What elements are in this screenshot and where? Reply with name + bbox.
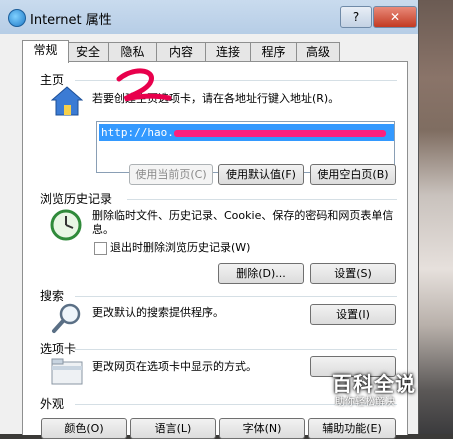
use-current-page-button[interactable]: 使用当前页(C) (129, 164, 213, 185)
home-icon (51, 86, 83, 116)
tabs-section-title: 选项卡 (40, 342, 77, 356)
window-title: Internet 属性 (30, 13, 112, 28)
internet-globe-icon (8, 9, 26, 27)
tab-content[interactable]: 内容 (156, 42, 206, 62)
close-button[interactable]: ✕ (373, 6, 417, 28)
tab-advanced[interactable]: 高级 (296, 42, 340, 62)
delete-on-exit-checkbox[interactable] (94, 242, 107, 255)
desktop-background (418, 0, 453, 434)
tab-connections[interactable]: 连接 (205, 42, 251, 62)
history-settings-button[interactable]: 设置(S) (310, 263, 396, 284)
search-settings-button[interactable]: 设置(I) (310, 304, 396, 325)
tabs-icon (51, 358, 83, 385)
fonts-button[interactable]: 字体(N) (219, 418, 305, 439)
title-bar[interactable]: Internet 属性 ? ✕ (0, 0, 418, 34)
languages-button[interactable]: 语言(L) (130, 418, 216, 439)
help-button[interactable]: ? (340, 6, 372, 28)
handwritten-annotation (116, 68, 172, 102)
appearance-section-title: 外观 (40, 397, 65, 411)
history-section-title: 浏览历史记录 (40, 192, 113, 206)
tab-programs[interactable]: 程序 (250, 42, 297, 62)
delete-on-exit-label[interactable]: 退出时删除浏览历史记录(W) (110, 241, 250, 255)
home-page-url: http://hao.d097 (99, 124, 394, 156)
tab-security[interactable]: 安全 (67, 42, 109, 62)
history-description: 删除临时文件、历史记录、Cookie、保存的密码和网页表单信息。 (92, 209, 394, 236)
tab-general[interactable]: 常规 (22, 40, 69, 63)
tab-privacy[interactable]: 隐私 (108, 42, 157, 62)
colors-button[interactable]: 颜色(O) (41, 418, 127, 439)
use-default-button[interactable]: 使用默认值(F) (218, 164, 304, 185)
history-clock-icon (50, 209, 82, 241)
redaction-mark (173, 129, 386, 137)
use-blank-button[interactable]: 使用空白页(B) (310, 164, 396, 185)
watermark-subtitle: 助你轻松解决 (335, 397, 395, 408)
delete-history-button[interactable]: 删除(D)... (218, 263, 304, 284)
accessibility-button[interactable]: 辅助功能(E) (308, 418, 396, 439)
tabs-separator (75, 349, 397, 350)
tabs-description: 更改网页在选项卡中显示的方式。 (92, 360, 257, 373)
magnifier-icon (52, 303, 81, 333)
history-separator (127, 199, 397, 200)
search-separator (75, 296, 397, 297)
search-description: 更改默认的搜索提供程序。 (92, 306, 224, 319)
